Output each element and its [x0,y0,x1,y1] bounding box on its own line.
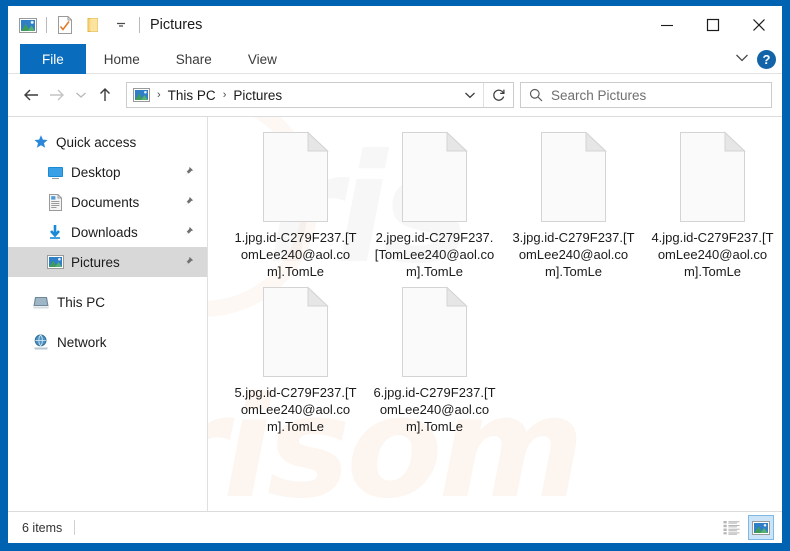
recent-locations-icon[interactable] [70,82,92,108]
this-pc-icon [30,291,52,313]
view-buttons [718,515,774,540]
file-name: 6.jpg.id-C279F237.[TomLee240@aol.com].To… [373,385,496,434]
up-button[interactable] [92,82,118,108]
sidebar-item-this-pc[interactable]: This PC [8,287,207,317]
file-item[interactable]: 3.jpg.id-C279F237.[TomLee240@aol.com].To… [504,131,643,280]
file-name: 1.jpg.id-C279F237.[TomLee240@aol.com].To… [234,230,357,279]
breadcrumb-pictures-icon [133,88,150,102]
item-count: 6 items [22,520,63,535]
title-bar: Pictures [8,6,782,44]
sidebar-item-label: Pictures [71,254,120,270]
back-button[interactable] [18,82,44,108]
generic-file-icon [539,131,609,223]
sidebar-item-downloads[interactable]: Downloads [8,217,207,247]
file-item[interactable]: 1.jpg.id-C279F237.[TomLee240@aol.com].To… [226,131,365,280]
file-item[interactable]: 2.jpeg.id-C279F237.[TomLee240@aol.com].T… [365,131,504,280]
forward-button[interactable] [44,82,70,108]
ribbon-tabs: File Home Share View ? [8,44,782,74]
desktop-icon [44,161,66,183]
status-bar: 6 items [8,511,782,543]
generic-file-icon [261,131,331,223]
sidebar-item-pictures[interactable]: Pictures [8,247,207,277]
help-button[interactable]: ? [757,49,776,69]
properties-icon[interactable] [51,11,79,39]
file-item[interactable]: 6.jpg.id-C279F237.[TomLee240@aol.com].To… [365,286,504,435]
star-icon [30,131,52,153]
window-controls [644,6,782,44]
sidebar-item-label: This PC [57,294,106,310]
customize-quick-access-icon[interactable] [107,11,135,39]
downloads-icon [44,221,66,243]
sidebar-item-documents[interactable]: Documents [8,187,207,217]
address-bar[interactable]: › This PC › Pictures [126,82,514,108]
pictures-icon [44,251,66,273]
pictures-folder-icon [14,11,42,39]
file-name: 4.jpg.id-C279F237.[TomLee240@aol.com].To… [651,230,774,279]
sidebar-item-label: Network [57,334,107,350]
new-folder-icon[interactable] [79,11,107,39]
breadcrumb-pictures[interactable]: Pictures [230,88,285,103]
file-name: 2.jpeg.id-C279F237.[TomLee240@aol.com].T… [374,230,495,279]
toolbar-divider-2 [139,17,140,33]
toolbar-divider-1 [46,17,47,33]
pin-icon[interactable] [181,255,195,269]
window-title: Pictures [150,17,203,33]
sidebar-group-label: Quick access [56,134,137,150]
file-item[interactable]: 4.jpg.id-C279F237.[TomLee240@aol.com].To… [643,131,782,280]
ribbon-right-controls: ? [735,44,776,74]
sidebar-item-label: Downloads [71,224,138,240]
breadcrumb-separator-2: › [222,89,227,101]
file-name: 5.jpg.id-C279F237.[TomLee240@aol.com].To… [234,385,357,434]
pin-icon[interactable] [181,195,195,209]
sidebar-item-desktop[interactable]: Desktop [8,157,207,187]
sidebar-group-quick-access[interactable]: Quick access [8,127,207,157]
tab-file[interactable]: File [20,44,86,74]
documents-icon [44,191,66,213]
file-name: 3.jpg.id-C279F237.[TomLee240@aol.com].To… [512,230,635,279]
breadcrumb-this-pc[interactable]: This PC [165,88,219,103]
navigation-bar: › This PC › Pictures Search Pictures [8,74,782,116]
address-dropdown-icon[interactable] [457,83,483,107]
breadcrumb[interactable]: › This PC › Pictures [127,88,457,103]
details-view-button[interactable] [718,515,744,540]
search-box[interactable]: Search Pictures [520,82,772,108]
large-icons-view-button[interactable] [748,515,774,540]
quick-access-toolbar [8,11,144,39]
file-explorer-window: Pictures File Home Share View ? › This P… [8,6,782,543]
generic-file-icon [261,286,331,378]
network-icon [30,331,52,353]
pin-icon[interactable] [181,165,195,179]
maximize-button[interactable] [690,6,736,44]
tab-view[interactable]: View [230,44,295,74]
sidebar-item-label: Documents [71,194,140,210]
navigation-pane: Quick access Desktop Documents Downloads… [8,117,208,511]
search-icon [521,88,551,102]
file-list-pane[interactable]: ris risom 1.jpg.id-C279F237.[TomLee240@a… [208,117,782,511]
minimize-button[interactable] [644,6,690,44]
screen: Pictures File Home Share View ? › This P… [0,0,790,551]
tab-home[interactable]: Home [86,44,158,74]
close-button[interactable] [736,6,782,44]
generic-file-icon [400,286,470,378]
explorer-body: Quick access Desktop Documents Downloads… [8,116,782,511]
generic-file-icon [400,131,470,223]
sidebar-item-label: Desktop [71,164,121,180]
tab-share[interactable]: Share [158,44,230,74]
refresh-button[interactable] [483,83,513,107]
status-divider [74,520,76,535]
file-item[interactable]: 5.jpg.id-C279F237.[TomLee240@aol.com].To… [226,286,365,435]
pin-icon[interactable] [181,225,195,239]
file-grid: 1.jpg.id-C279F237.[TomLee240@aol.com].To… [208,117,782,441]
generic-file-icon [678,131,748,223]
expand-ribbon-icon[interactable] [735,50,749,68]
search-input[interactable]: Search Pictures [551,88,646,103]
breadcrumb-separator-1: › [157,89,161,101]
sidebar-item-network[interactable]: Network [8,327,207,357]
